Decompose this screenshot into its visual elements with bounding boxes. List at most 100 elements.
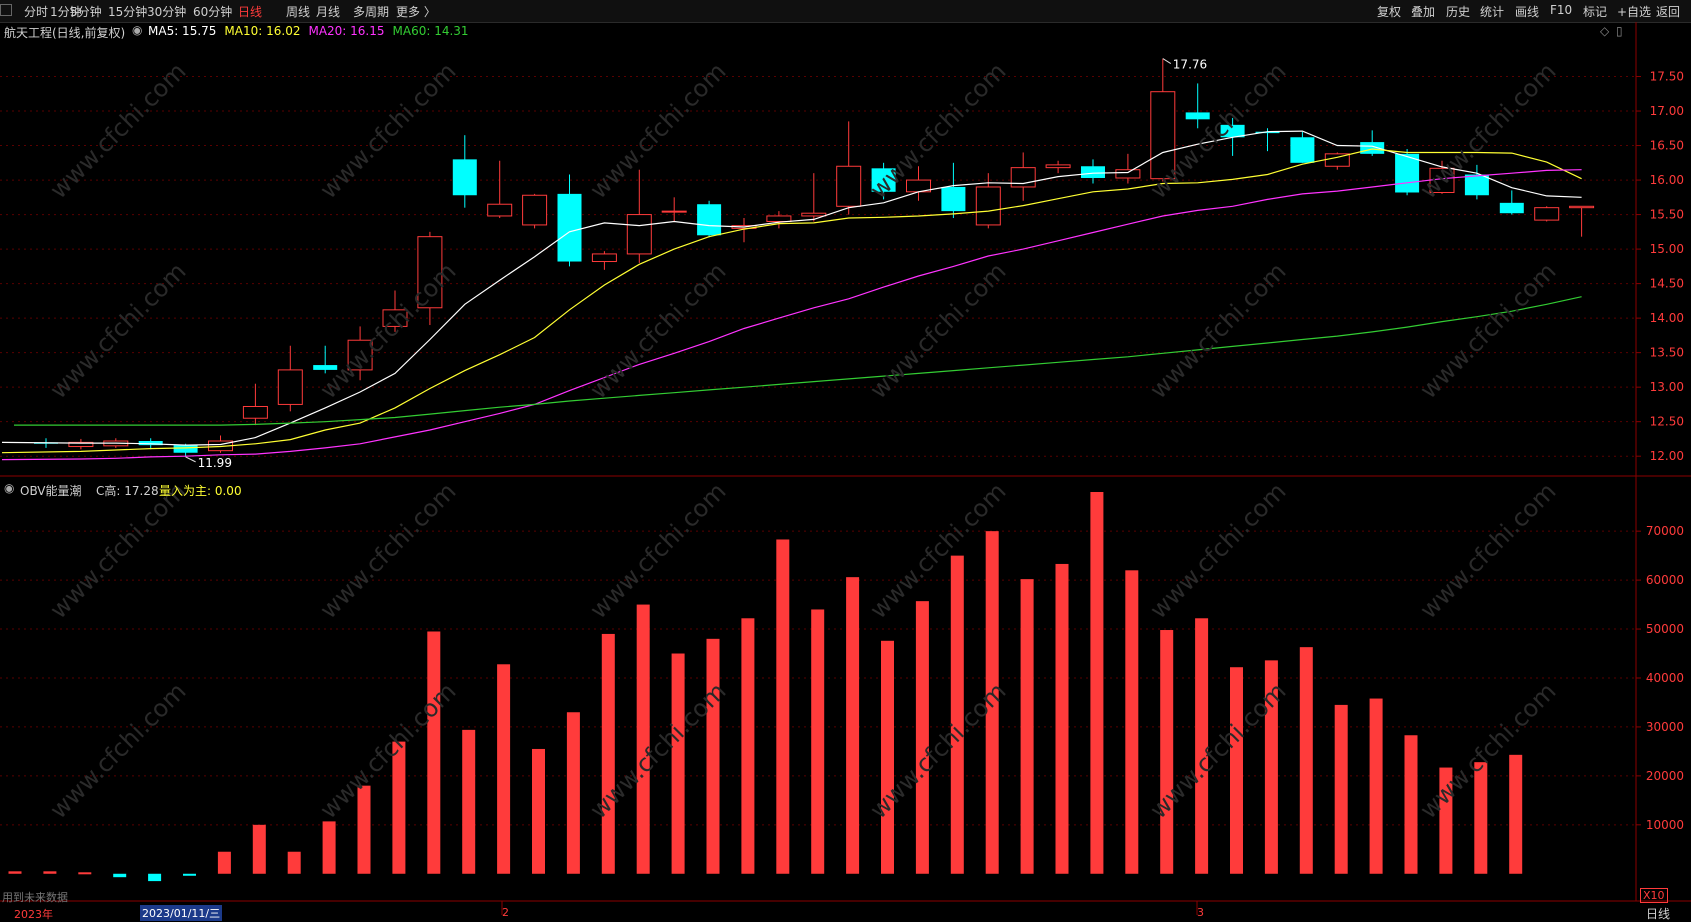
future-data-note: 用到未来数据 <box>2 891 68 904</box>
watermark-text: www.cfchi.com <box>44 57 191 204</box>
watermark-text: www.cfchi.com <box>1414 677 1561 824</box>
watermark-text: www.cfchi.com <box>1144 477 1291 624</box>
indicator-name[interactable]: OBV能量潮 <box>20 482 82 499</box>
candle-body <box>557 193 582 262</box>
high-marker-label: 17.76 <box>1173 58 1207 72</box>
obv-tick-label: 70000 <box>1646 524 1684 538</box>
price-tick-label: 13.50 <box>1650 346 1684 360</box>
price-tick-label: 17.50 <box>1650 70 1684 84</box>
obv-bar <box>671 653 685 874</box>
ma-line-ma10 <box>1 148 1582 454</box>
candle-body <box>1185 112 1210 120</box>
candle-body <box>626 214 652 255</box>
ma-label-1: MA10: 16.02 <box>224 24 301 38</box>
obv-bar <box>1125 570 1139 874</box>
price-tick-label: 13.00 <box>1650 380 1684 394</box>
price-tick-label: 16.50 <box>1650 139 1684 153</box>
unit-badge: X10 <box>1640 888 1668 903</box>
obv-bar <box>113 873 127 878</box>
obv-bar <box>1020 579 1034 874</box>
candle-body <box>173 445 198 453</box>
price-tick-label: 14.50 <box>1650 277 1684 291</box>
watermark-text: www.cfchi.com <box>314 477 461 624</box>
year-label: 2023年 <box>14 908 53 921</box>
month-marker-feb: 2 <box>502 906 509 919</box>
obv-bar <box>636 604 650 874</box>
panel-max-icon[interactable]: ▯ <box>1616 24 1623 38</box>
candle-body <box>1569 205 1595 209</box>
ma-label-2: MA20: 16.15 <box>308 24 385 38</box>
obv-tick-label: 20000 <box>1646 769 1684 783</box>
candle-body <box>1045 164 1071 169</box>
candle-body <box>487 203 513 217</box>
obv-bar <box>217 851 231 874</box>
watermark-text: www.cfchi.com <box>584 477 731 624</box>
ma-label-0: MA5: 15.75 <box>148 24 217 38</box>
obv-bar <box>601 633 615 874</box>
price-tick-label: 15.00 <box>1650 242 1684 256</box>
obv-bar <box>811 609 825 874</box>
indicator-c-high: C高: 17.28 <box>96 484 159 498</box>
obv-bar <box>706 638 720 874</box>
candle-body <box>1499 202 1524 214</box>
obv-bar <box>1299 647 1313 874</box>
ma-line-ma20 <box>1 169 1582 461</box>
watermark-text: www.cfchi.com <box>864 257 1011 404</box>
candle-body <box>452 159 477 196</box>
candle-body <box>277 369 303 405</box>
candle-body <box>975 186 1001 226</box>
obv-bar <box>1334 704 1348 874</box>
obv-bar <box>287 851 301 874</box>
watermark-text: www.cfchi.com <box>44 677 191 824</box>
indicator-settings-icon[interactable]: ◉ <box>4 481 14 495</box>
obv-bar <box>1509 754 1523 874</box>
watermark-text: www.cfchi.com <box>864 57 1011 204</box>
ma-settings-icon[interactable]: ◉ <box>132 23 142 37</box>
diamond-icon[interactable]: ◇ <box>1600 24 1609 38</box>
obv-tick-label: 60000 <box>1646 573 1684 587</box>
price-tick-label: 15.50 <box>1650 208 1684 222</box>
low-marker-arrow <box>185 456 196 463</box>
watermark-text: www.cfchi.com <box>1144 257 1291 404</box>
obv-bar <box>8 871 22 874</box>
obv-bar <box>1369 698 1383 874</box>
obv-bar <box>915 601 929 874</box>
watermark-text: www.cfchi.com <box>584 57 731 204</box>
ma-line-ma60 <box>14 296 1582 426</box>
month-marker-mar: 3 <box>1197 906 1204 919</box>
obv-bar <box>1230 667 1243 874</box>
candle-body <box>697 204 722 236</box>
obv-bar <box>1090 492 1104 874</box>
obv-tick-label: 10000 <box>1646 818 1684 832</box>
candle-body <box>801 212 827 217</box>
watermark-text: www.cfchi.com <box>1414 477 1561 624</box>
obv-bar <box>776 539 790 874</box>
watermark-text: www.cfchi.com <box>584 257 731 404</box>
ma-legend: MA5: 15.75 MA10: 16.02 MA20: 16.15 MA60: 14… <box>148 24 477 38</box>
ma-line-ma5 <box>1 130 1582 446</box>
watermark-text: www.cfchi.com <box>314 57 461 204</box>
obv-bar <box>881 640 894 874</box>
price-tick-label: 16.00 <box>1650 173 1684 187</box>
obv-bar <box>462 729 476 874</box>
cursor-date: 2023/01/11/三 <box>140 905 223 921</box>
candle-body <box>941 186 966 212</box>
candle-body <box>661 210 687 213</box>
obv-bar <box>43 871 57 874</box>
obv-bar <box>427 631 441 874</box>
obv-bar <box>846 577 860 874</box>
obv-bar <box>566 712 580 874</box>
candle-body <box>766 215 792 222</box>
candle-body <box>1360 142 1385 154</box>
obv-bar <box>252 824 266 874</box>
candle-body <box>1534 207 1560 221</box>
watermark-text: www.cfchi.com <box>44 477 191 624</box>
obv-bar <box>78 872 92 875</box>
price-tick-label: 12.00 <box>1650 449 1684 463</box>
watermark-text: www.cfchi.com <box>44 257 191 404</box>
price-tick-label: 14.00 <box>1650 311 1684 325</box>
period-label: 日线 <box>1646 907 1671 921</box>
candle-body <box>1464 174 1489 196</box>
candle-body <box>242 405 268 419</box>
obv-tick-label: 30000 <box>1646 720 1684 734</box>
